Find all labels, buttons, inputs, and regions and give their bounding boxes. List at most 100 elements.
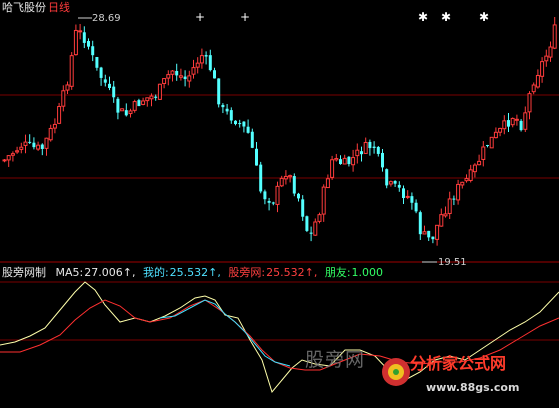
candle-body: [178, 75, 183, 78]
high-price-label: 28.69: [92, 13, 121, 24]
candle-body: [313, 221, 318, 236]
signal-markers: + + ✱ ✱ ✱: [195, 10, 489, 24]
candle-body: [40, 144, 44, 149]
candle-body: [225, 108, 229, 112]
star-marker-icon: ✱: [418, 10, 428, 24]
candle-body: [19, 146, 24, 150]
candle-body: [334, 158, 339, 161]
candle-body: [242, 121, 246, 127]
legend-mine-label: 我的:: [142, 266, 169, 279]
candle-body: [32, 142, 36, 148]
candle-body: [112, 86, 116, 98]
candle-body: [259, 164, 263, 192]
candle-body: [477, 160, 482, 166]
candle-body: [388, 181, 393, 185]
candle-body: [44, 137, 49, 149]
candle-body: [447, 198, 452, 214]
candle-body: [283, 175, 288, 180]
cross-marker-icon: +: [195, 10, 205, 24]
candle-body: [427, 230, 431, 238]
candle-body: [191, 67, 196, 75]
candle-body: [468, 169, 473, 181]
candle-body: [544, 55, 549, 62]
candle-body: [443, 213, 448, 217]
candle-body: [267, 200, 271, 203]
candle-body: [410, 196, 414, 203]
candle-body: [217, 78, 221, 105]
candle-body: [141, 100, 146, 105]
candle-body: [372, 146, 376, 148]
candle-body: [175, 70, 179, 76]
legend-ma5-label: MA5:: [55, 266, 84, 279]
legend-mine-value: 25.532↑: [169, 266, 218, 279]
candle-body: [246, 126, 250, 133]
candle-body: [6, 155, 11, 161]
candle-body: [472, 164, 477, 173]
candle-body: [321, 186, 326, 215]
candle-body: [120, 108, 125, 112]
watermark-brand-text: 分析家公式网: [410, 354, 507, 373]
candle-body: [439, 214, 444, 227]
candle-body: [381, 152, 384, 168]
legend-friend: 朋友:1.000: [325, 266, 383, 279]
candle-body: [162, 78, 167, 84]
candle-body: [187, 75, 192, 82]
candle-body: [489, 136, 494, 149]
candle-body: [149, 95, 154, 100]
candle-body: [204, 55, 208, 57]
candle-body: [486, 145, 489, 147]
chart-title: 哈飞股份 日线: [2, 1, 70, 14]
candle-body: [82, 32, 86, 43]
candle-body: [502, 120, 507, 130]
candle-body: [540, 61, 545, 77]
candle-body: [363, 141, 368, 154]
candle-body: [279, 177, 284, 187]
candle-body: [145, 97, 150, 102]
candle-body: [255, 148, 258, 166]
candle-body: [271, 202, 275, 204]
candle-body: [116, 98, 120, 113]
cross-marker-icon: +: [240, 10, 250, 24]
candle-body: [452, 198, 456, 200]
watermark-url: www.88gs.com: [426, 381, 520, 394]
candle-body: [208, 55, 212, 71]
candle-body: [325, 178, 330, 189]
candle-body: [510, 117, 515, 126]
candle-body: [132, 101, 137, 111]
candle-body: [552, 24, 557, 49]
indicator-mine-line: [159, 299, 291, 367]
candle-body: [514, 118, 519, 121]
candle-body: [297, 193, 300, 199]
candle-body: [36, 144, 41, 150]
candle-body: [523, 112, 528, 130]
kline-chart-canvas[interactable]: + + ✱ ✱ ✱: [0, 0, 559, 408]
candle-body: [87, 41, 90, 47]
candle-body: [305, 216, 309, 231]
candle-body: [57, 106, 62, 124]
watermark-logo: [382, 358, 410, 386]
candle-body: [431, 236, 435, 240]
candle-body: [481, 146, 486, 160]
candle-body: [183, 76, 187, 80]
candle-body: [309, 232, 313, 234]
candle-body: [28, 141, 32, 143]
indicator-legend: 股旁网制 MA5:27.006↑, 我的:25.532↑, 股旁网:25.532…: [2, 266, 387, 279]
candle-body: [15, 150, 20, 153]
candle-body: [355, 149, 360, 157]
candle-body: [221, 104, 225, 108]
candle-body: [213, 70, 216, 79]
candle-body: [464, 178, 469, 182]
candle-body: [376, 146, 380, 154]
candle-body: [166, 74, 171, 79]
candle-body: [91, 46, 95, 56]
candle-body: [292, 176, 296, 194]
candle-body: [301, 199, 305, 217]
indicator-ma5-line: [0, 281, 559, 394]
legend-mine: 我的:25.532↑,: [142, 266, 221, 279]
candle-body: [154, 96, 158, 98]
legend-ma5-value: 27.006↑: [84, 266, 132, 279]
candle-body: [10, 153, 15, 156]
candle-body: [69, 55, 74, 87]
candle-body: [78, 30, 83, 33]
candle-body: [238, 123, 242, 125]
